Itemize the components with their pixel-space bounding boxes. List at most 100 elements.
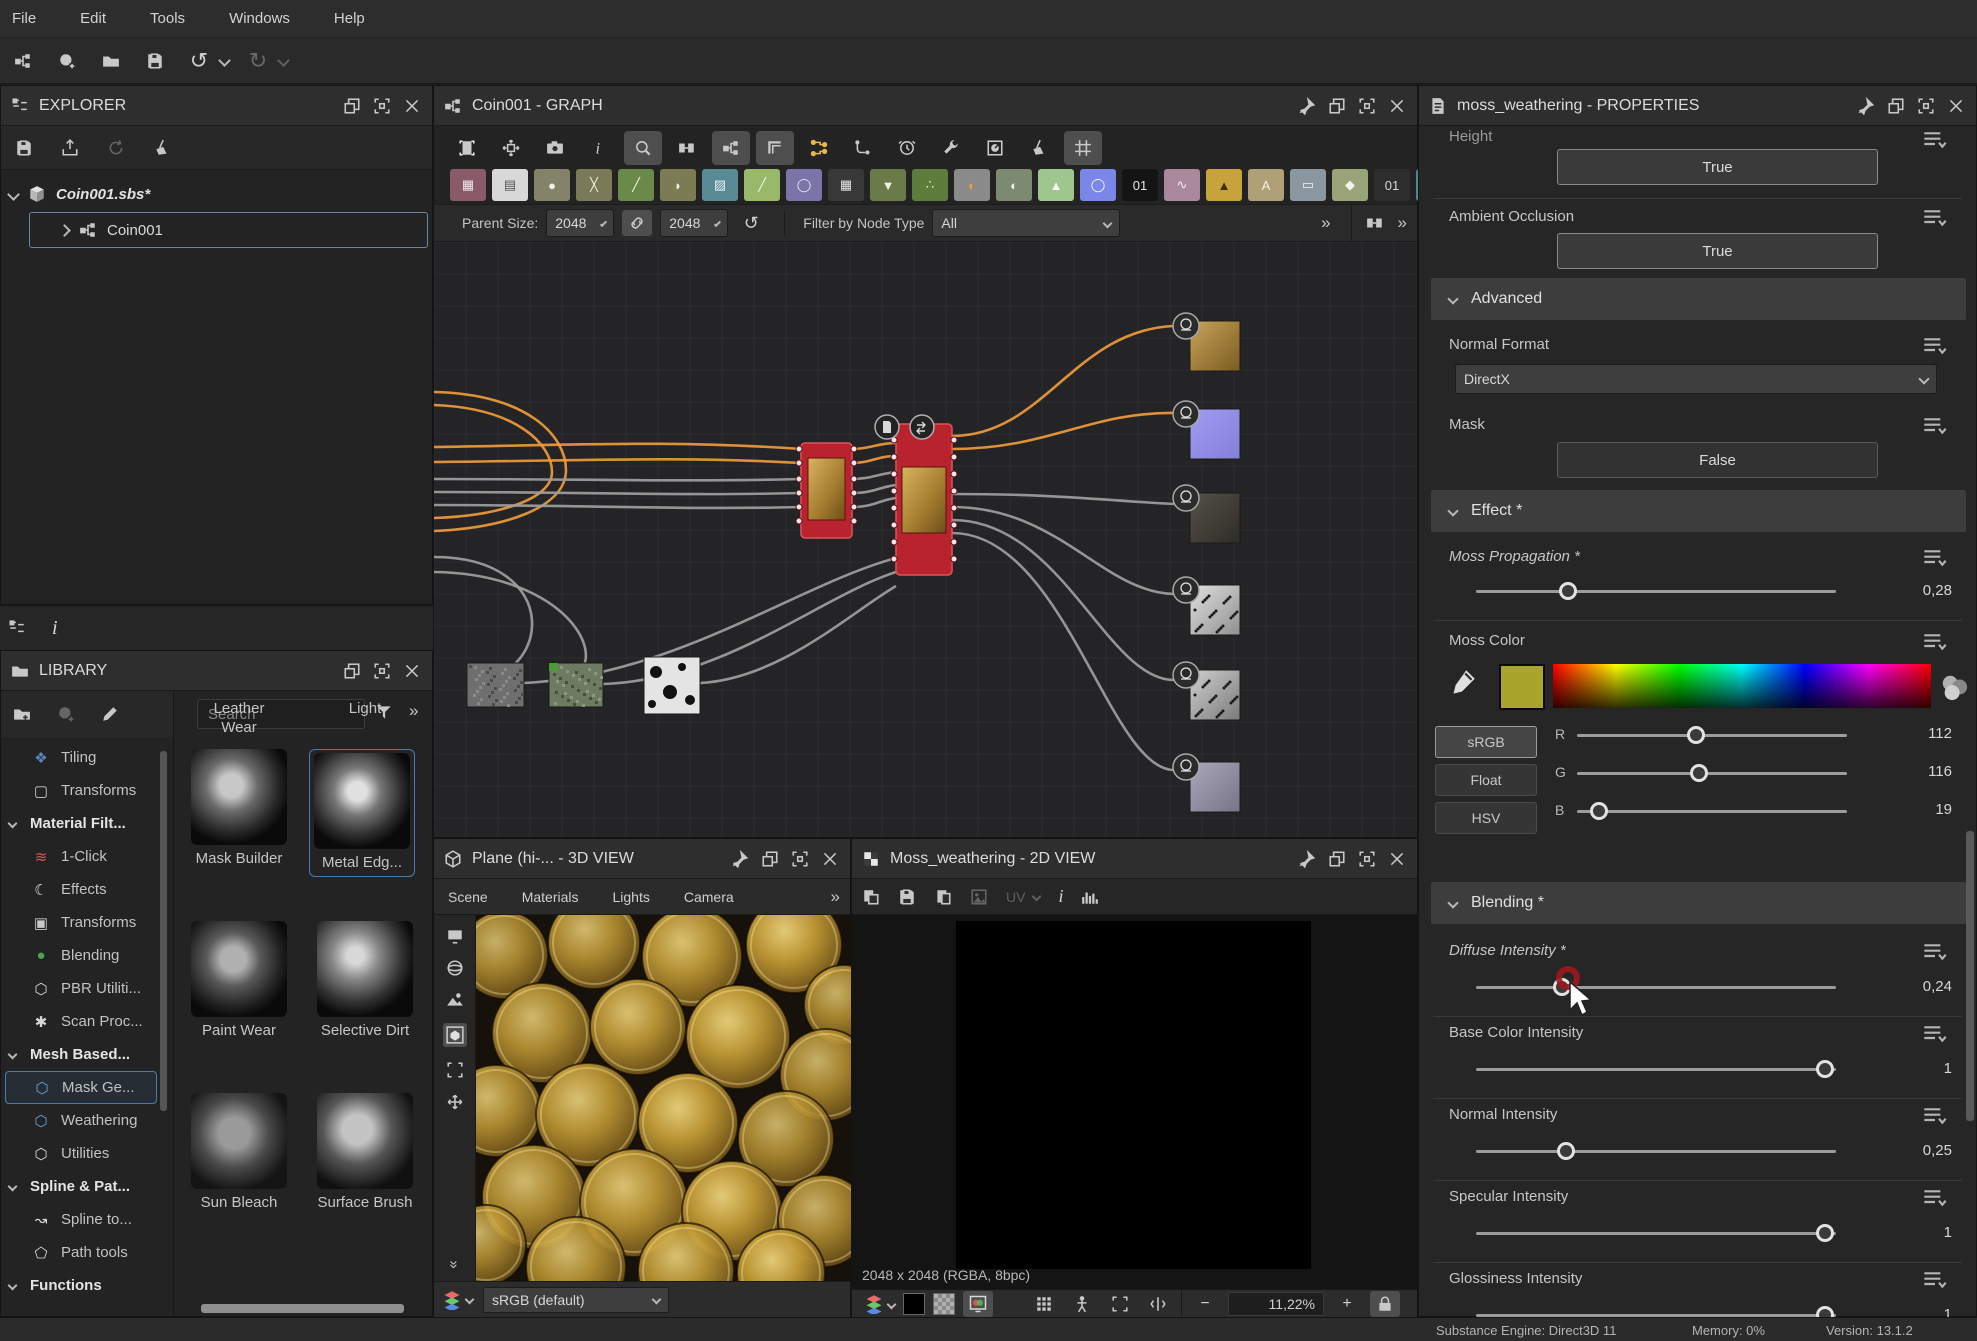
library-hscrollbar[interactable] <box>201 1304 404 1313</box>
clean-icon[interactable] <box>1020 131 1058 165</box>
menu-file[interactable]: File <box>12 10 36 27</box>
library-asset-leather-wear[interactable]: LeatherWear <box>187 699 291 737</box>
undo-icon[interactable]: ↺ <box>184 46 214 76</box>
frame-all-icon[interactable] <box>448 131 486 165</box>
blur-node-icon[interactable]: ● <box>534 169 570 201</box>
maximize-icon[interactable] <box>790 849 810 869</box>
moss-propagation-slider[interactable] <box>1476 590 1836 593</box>
warp-node-icon[interactable]: ▨ <box>702 169 738 201</box>
sidebar-item-weathering[interactable]: ⬡Weathering <box>5 1104 157 1137</box>
align-nodes-icon[interactable] <box>800 131 838 165</box>
edit-icon[interactable] <box>95 699 125 729</box>
colorspace-dropdown[interactable]: sRGB (default) <box>483 1287 669 1313</box>
color-gradient-bar[interactable] <box>1553 664 1931 708</box>
specular-intensity-slider[interactable] <box>1476 1232 1836 1235</box>
library-asset-metal-edg[interactable]: Metal Edg... <box>309 749 415 877</box>
normal-intensity-slider[interactable] <box>1476 1150 1836 1153</box>
image-2d[interactable] <box>956 921 1311 1269</box>
curve-node-icon[interactable]: ╱ <box>618 169 654 201</box>
layers-icon[interactable] <box>756 131 794 165</box>
asset-thumbnail[interactable] <box>317 1093 413 1189</box>
pin-icon[interactable] <box>1856 96 1876 116</box>
search-icon[interactable] <box>624 131 662 165</box>
timing-icon[interactable] <box>888 131 926 165</box>
sidebar-item-blending[interactable]: ●Blending <box>5 939 157 972</box>
restore-icon[interactable] <box>342 96 362 116</box>
paint-node-icon[interactable]: ◆ <box>1332 169 1368 201</box>
tiling-view-icon[interactable] <box>1029 1291 1059 1317</box>
channel-G-handle[interactable] <box>1690 764 1708 782</box>
material-color-icon[interactable] <box>1939 672 1969 702</box>
sidebar-item-transforms[interactable]: ▣Transforms <box>5 906 157 939</box>
link-size-icon[interactable] <box>622 210 652 236</box>
preset-icon[interactable] <box>1922 1270 1948 1290</box>
color-display-icon[interactable] <box>963 1291 993 1317</box>
sidebar-item-pbr-utiliti[interactable]: ⬡PBR Utiliti... <box>5 972 157 1005</box>
maximize-icon[interactable] <box>1916 96 1936 116</box>
library-asset-surface-brush[interactable]: Surface Brush <box>313 1093 417 1212</box>
menu-materials[interactable]: Materials <box>522 889 579 905</box>
graph-view-icon[interactable] <box>712 131 750 165</box>
histogram-node-icon[interactable]: ▲ <box>1038 169 1074 201</box>
save-image-icon[interactable] <box>898 888 916 906</box>
preset-icon[interactable] <box>1922 1188 1948 1208</box>
normal-intensity-handle[interactable] <box>1557 1142 1575 1160</box>
undo-menu-icon[interactable] <box>218 54 231 67</box>
more-icon[interactable]: » <box>1398 213 1407 233</box>
hsl-node-icon[interactable]: ◯ <box>1080 169 1116 201</box>
output-preview-icon[interactable] <box>976 131 1014 165</box>
output-3d-badge-icon[interactable] <box>1173 577 1199 603</box>
menu-edit[interactable]: Edit <box>80 10 106 27</box>
preset-icon[interactable] <box>1922 208 1948 228</box>
effect-section-header[interactable]: Effect * <box>1431 490 1966 532</box>
more-icon[interactable]: » <box>831 887 840 907</box>
uv-mode-label[interactable]: UV <box>1006 889 1025 905</box>
close-icon[interactable] <box>402 96 422 116</box>
channel-R-handle[interactable] <box>1687 726 1705 744</box>
environment-icon[interactable] <box>446 991 464 1009</box>
sidebar-item-spline-pat[interactable]: Spline & Pat... <box>5 1170 157 1203</box>
save-package-icon[interactable] <box>9 133 39 163</box>
base-color-intensity-handle[interactable] <box>1816 1060 1834 1078</box>
save-icon[interactable] <box>140 46 170 76</box>
link-display-icon[interactable] <box>668 131 706 165</box>
menu-scene[interactable]: Scene <box>448 889 488 905</box>
material-ball-icon[interactable] <box>446 959 464 977</box>
sidebar-item-spline-to[interactable]: ↝Spline to... <box>5 1203 157 1236</box>
restore-icon[interactable] <box>1886 96 1906 116</box>
preset-icon[interactable] <box>1922 1024 1948 1044</box>
warning-node-icon[interactable]: ▲ <box>1206 169 1242 201</box>
tile-sampler-node-icon[interactable]: ▦ <box>828 169 864 201</box>
toolbar-overflow-icon[interactable]: » <box>1321 213 1330 233</box>
background-checker-swatch[interactable] <box>933 1293 955 1315</box>
channel-B-slider[interactable] <box>1577 810 1847 813</box>
ambient-occlusion-toggle[interactable]: True <box>1557 233 1878 269</box>
sidebar-item-functions[interactable]: Functions <box>5 1269 157 1302</box>
background-black-swatch[interactable] <box>903 1293 925 1315</box>
menu-lights[interactable]: Lights <box>613 889 650 905</box>
preset-icon[interactable] <box>1922 416 1948 436</box>
parent-width-dropdown[interactable]: 2048 <box>546 209 614 237</box>
close-icon[interactable] <box>1946 96 1966 116</box>
menu-camera[interactable]: Camera <box>684 889 734 905</box>
preset-icon[interactable] <box>1922 548 1948 568</box>
paste-icon[interactable] <box>934 888 952 906</box>
actual-size-icon[interactable] <box>492 131 530 165</box>
asset-thumbnail[interactable] <box>314 753 410 849</box>
zoom-out-icon[interactable]: − <box>1190 1291 1220 1317</box>
restore-icon[interactable] <box>1327 849 1347 869</box>
pin-icon[interactable] <box>1297 96 1317 116</box>
tree-row-graph[interactable]: Coin001 <box>29 212 428 248</box>
sidebar-item-1-click[interactable]: ≋1-Click <box>5 840 157 873</box>
channel-B-handle[interactable] <box>1590 802 1608 820</box>
zoom-field[interactable]: 11,22% <box>1228 1292 1324 1316</box>
blend-node-icon[interactable]: ◐ <box>954 169 990 201</box>
clean-icon[interactable] <box>147 133 177 163</box>
expose-nodes-icon[interactable] <box>1366 214 1384 232</box>
fit-view-icon[interactable] <box>1105 1291 1135 1317</box>
uv-menu-icon[interactable] <box>1032 892 1042 902</box>
export-icon[interactable] <box>55 133 85 163</box>
channel-R-slider[interactable] <box>1577 734 1847 737</box>
tree-row-package[interactable]: Coin001.sbs* <box>1 176 432 212</box>
parent-height-dropdown[interactable]: 2048 <box>660 209 728 237</box>
